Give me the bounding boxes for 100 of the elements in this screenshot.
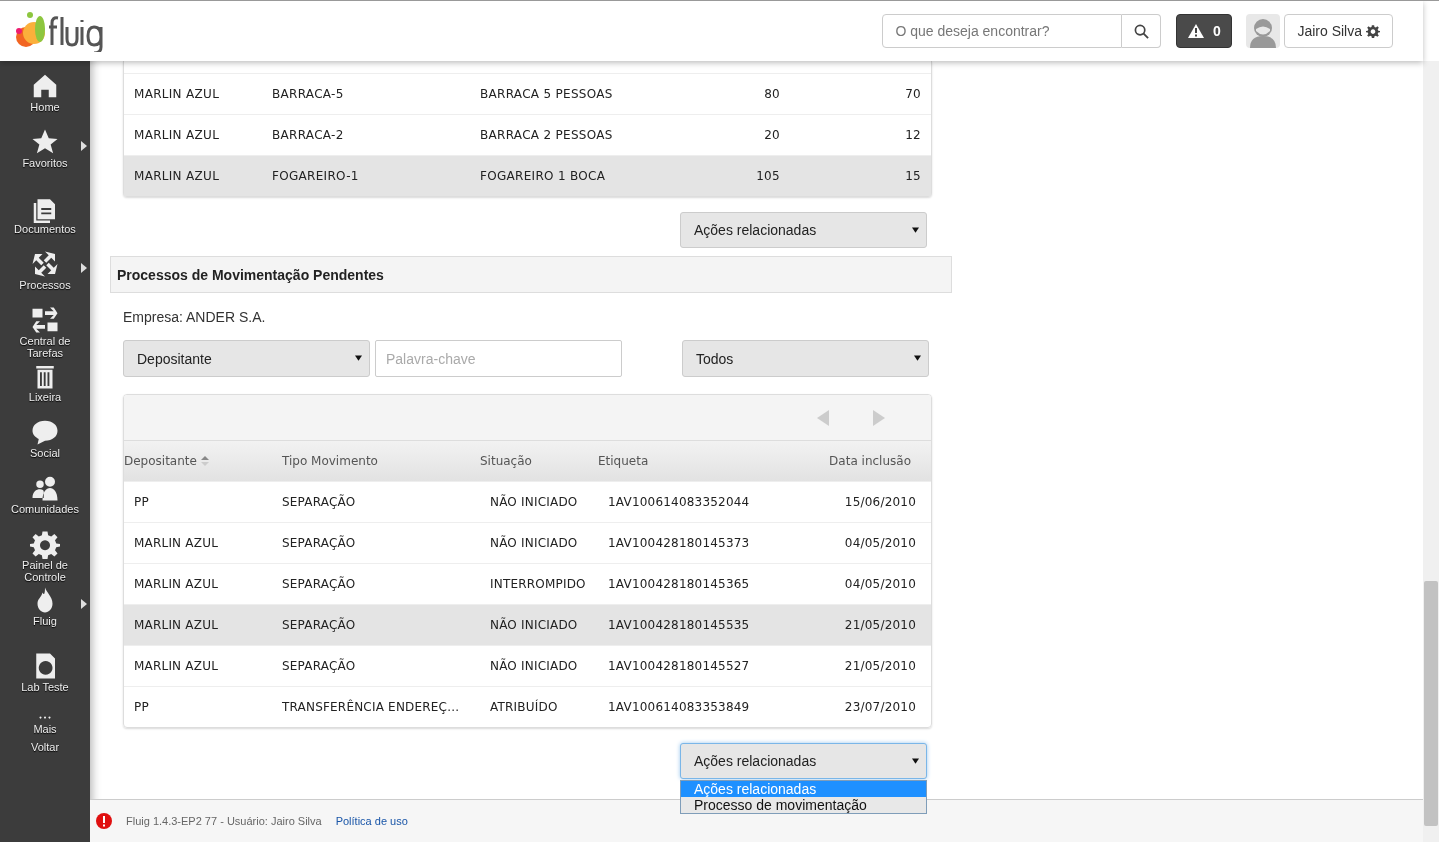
table-row[interactable]: MARLIN AZUL SEPARAÇÃO NÃO INICIADO 1AV100428180145535 21/05/2010 (124, 604, 931, 645)
sidebar-item[interactable]: Mais (0, 711, 90, 741)
table-cell-text: SEPARAÇÃO (282, 659, 357, 673)
table-cell-text: ATRIBUÍDO (490, 700, 559, 714)
table-cell-text: 1AV100428180145527 (608, 659, 751, 673)
error-icon (96, 813, 112, 829)
table-cell-text: 21/05/2010 (843, 618, 917, 632)
table-cell-text: 21/05/2010 (843, 659, 917, 673)
caret-icon (912, 758, 919, 764)
warning-icon (1188, 24, 1204, 38)
status-select[interactable]: Todos (682, 340, 929, 377)
sidebar-item[interactable]: Social (0, 417, 90, 473)
caret-icon (914, 355, 921, 361)
table-cell-text: BARRACA 5 PESSOAS (480, 87, 614, 101)
table-cell-text: NÃO INICIADO (490, 659, 579, 673)
search-button[interactable] (1122, 14, 1162, 48)
table-row[interactable]: PP TRANSFERÊNCIA ENDEREÇ... ATRIBUÍDO 1AV100614083353849 23/07/2010 (124, 686, 931, 727)
related-actions-select[interactable]: Ações relacionadas (680, 212, 927, 248)
table-cell-text: 1AV100614083352044 (608, 495, 751, 509)
sidebar-item[interactable]: Lab Teste (0, 651, 90, 707)
table-cell-text: NÃO INICIADO (490, 495, 579, 509)
table-cell-text: MARLIN AZUL (133, 618, 219, 632)
sort-icon (200, 456, 209, 466)
table-cell-text: PP (133, 700, 150, 714)
column-header[interactable]: Etiqueta (598, 454, 828, 468)
table-cell-text: NÃO INICIADO (490, 618, 579, 632)
table-cell-text: MARLIN AZUL (133, 87, 221, 101)
table-row[interactable]: PP SEPARAÇÃO NÃO INICIADO 1AV100614083352044 15/06/2010 (124, 481, 931, 522)
nav-icon (30, 305, 60, 335)
avatar[interactable] (1246, 14, 1281, 48)
sidebar-item[interactable]: Comunidades (0, 473, 90, 529)
caret-icon (912, 227, 919, 233)
table-cell-text: FOGAREIRO-1 (272, 169, 360, 183)
column-header[interactable]: Tipo Movimento (282, 454, 480, 468)
table-cell-text: 04/05/2010 (843, 536, 917, 550)
table-cell-text: 1AV100428180145535 (608, 618, 751, 632)
table-cell-text: SEPARAÇÃO (282, 495, 357, 509)
column-header[interactable]: Data inclusão (828, 454, 931, 468)
fluig-logo[interactable] (14, 10, 104, 52)
table-cell-text: SEPARAÇÃO (282, 536, 357, 550)
table-cell-text: 20 (763, 128, 780, 142)
nav-icon (30, 529, 60, 559)
table-cell-text: 1AV100614083353849 (608, 700, 751, 714)
sidebar-item[interactable]: Home (0, 71, 90, 127)
nav-icon (30, 249, 60, 279)
column-header[interactable]: Depositante (124, 454, 282, 468)
table-cell-text: TRANSFERÊNCIA ENDEREÇ... (282, 700, 461, 714)
table-cell-text: NÃO INICIADO (490, 536, 579, 550)
scrollbar[interactable] (1423, 61, 1439, 842)
table-cell-text: SEPARAÇÃO (282, 618, 357, 632)
table-cell-text: BARRACA 2 PESSOAS (480, 128, 614, 142)
table-cell-text: MARLIN AZUL (133, 169, 221, 183)
table-cell-text: 23/07/2010 (843, 700, 917, 714)
table-cell-text: 80 (763, 87, 780, 101)
alerts-button[interactable]: 0 (1176, 14, 1233, 48)
table-cell-text: INTERROMPIDO (490, 577, 587, 591)
table-cell-text: 12 (904, 128, 922, 142)
table-cell-text: 1AV100428180145373 (608, 536, 751, 550)
table-cell-text: FOGAREIRO 1 BOCA (480, 169, 607, 183)
table-row[interactable]: MARLIN AZUL SEPARAÇÃO NÃO INICIADO 1AV100428180145527 21/05/2010 (124, 645, 931, 686)
footer-text: Fluig 1.4.3-EP2 77 - Usuário: Jairo Silva (126, 815, 322, 827)
company-label: Empresa: ANDER S.A. (123, 309, 267, 327)
field-select[interactable]: Depositante (123, 340, 370, 377)
next-page-icon[interactable] (873, 409, 885, 426)
table-row[interactable]: MARLIN AZUL BARRACA-5 BARRACA 5 PESSOAS 80 70 (124, 73, 931, 114)
column-header[interactable]: Situação (480, 454, 598, 468)
sidebar-item[interactable]: Voltar (0, 741, 90, 763)
sidebar-item[interactable]: Documentos (0, 193, 90, 249)
sidebar-item[interactable]: Processos (0, 249, 90, 305)
table-cell-text: 70 (904, 87, 922, 101)
table-row[interactable]: MARLIN AZUL FOGAREIRO-1 FOGAREIRO 1 BOCA 105 15 (124, 155, 931, 196)
table-cell-text: MARLIN AZUL (133, 659, 219, 673)
settings-icon (1366, 24, 1380, 38)
sidebar-item[interactable]: Painel de Controle (0, 529, 90, 585)
keyword-field[interactable]: Palavra-chave (375, 340, 622, 377)
table-cell-text: BARRACA-2 (272, 128, 345, 142)
table-cell-text: 1AV100428180145365 (608, 577, 751, 591)
sidebar-item[interactable]: Central de Tarefas (0, 305, 90, 361)
sidebar-item[interactable]: Lixeira (0, 361, 90, 417)
dropdown-option[interactable]: Processo de movimentação (681, 797, 926, 813)
table-cell-text: 105 (755, 169, 780, 183)
previous-page-icon[interactable] (817, 409, 829, 426)
table-cell-text: MARLIN AZUL (133, 577, 219, 591)
search-field[interactable]: O que deseja encontrar? (882, 14, 1123, 48)
related-actions-select[interactable]: Ações relacionadas (680, 743, 927, 779)
table-cell-text: 04/05/2010 (843, 577, 917, 591)
section-title: Processos de Movimentação Pendentes (117, 266, 384, 283)
table-cell-text: BARRACA-5 (272, 87, 345, 101)
table-cell-text: SEPARAÇÃO (282, 577, 357, 591)
search-icon (1133, 23, 1149, 39)
caret-icon (355, 355, 362, 361)
table-cell-text: PP (133, 495, 150, 509)
user-menu-button[interactable]: Jairo Silva (1284, 14, 1393, 48)
sidebar-item[interactable]: Favoritos (0, 127, 90, 183)
table-cell-text: MARLIN AZUL (133, 128, 221, 142)
table-row[interactable]: MARLIN AZUL SEPARAÇÃO NÃO INICIADO 1AV100428180145373 04/05/2010 (124, 522, 931, 563)
table-cell-text: 15/06/2010 (843, 495, 917, 509)
table-cell-text: MARLIN AZUL (133, 536, 219, 550)
sidebar-item[interactable]: Fluig (0, 585, 90, 641)
usage-policy-link[interactable]: Política de uso (335, 815, 408, 827)
